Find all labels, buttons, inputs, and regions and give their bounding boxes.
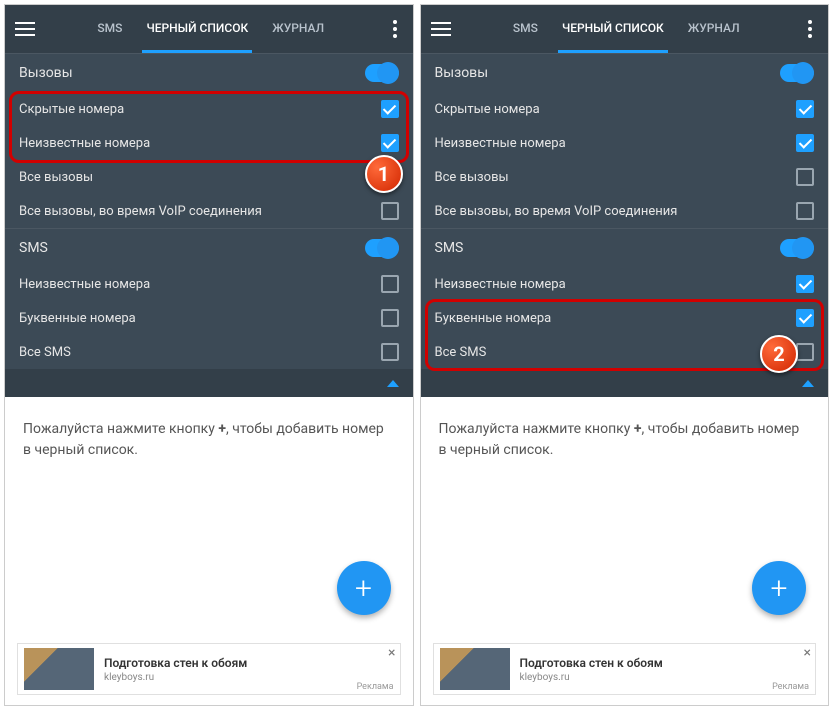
sms-label: SMS — [19, 240, 48, 256]
ad-banner[interactable]: Подготовка стен к обоям kleyboys.ru × Ре… — [433, 643, 817, 695]
calls-toggle[interactable] — [780, 64, 814, 82]
row-label: Скрытые номера — [19, 102, 124, 117]
checkbox-hidden[interactable] — [381, 100, 399, 118]
ad-label: Реклама — [772, 682, 809, 692]
phone-right: SMS ЧЕРНЫЙ СПИСОК ЖУРНАЛ Вызовы Скрытые … — [420, 4, 830, 706]
chevron-up-icon — [387, 380, 399, 387]
row-label: Все вызовы, во время VoIP соединения — [19, 204, 262, 219]
row-label: Буквенные номера — [435, 311, 552, 326]
sms-label: SMS — [435, 240, 464, 256]
row-label: Неизвестные номера — [19, 277, 150, 292]
sms-section-header: SMS — [5, 228, 413, 267]
calls-section-header: Вызовы — [5, 53, 413, 92]
ad-source: kleyboys.ru — [520, 672, 810, 683]
checkbox-unknown-sms[interactable] — [381, 275, 399, 293]
calls-toggle[interactable] — [365, 64, 399, 82]
checkbox-voip[interactable] — [381, 202, 399, 220]
checkbox-all-sms[interactable] — [796, 343, 814, 361]
row-label: Скрытые номера — [435, 102, 540, 117]
menu-icon[interactable] — [11, 15, 39, 43]
prompt-text: Пожалуйста нажмите кнопку +, чтобы добав… — [439, 419, 811, 461]
row-label: Все SMS — [19, 345, 71, 360]
ad-banner[interactable]: Подготовка стен к обоям kleyboys.ru × Ре… — [17, 643, 401, 695]
row-all-calls[interactable]: Все вызовы — [5, 160, 413, 194]
tab-bar: SMS ЧЕРНЫЙ СПИСОК ЖУРНАЛ — [461, 5, 793, 53]
calls-section-header: Вызовы — [421, 53, 829, 92]
add-fab[interactable]: + — [337, 561, 391, 615]
phone-left: SMS ЧЕРНЫЙ СПИСОК ЖУРНАЛ Вызовы Скрытые … — [4, 4, 414, 706]
checkbox-hidden[interactable] — [796, 100, 814, 118]
ad-title: Подготовка стен к обоям — [104, 656, 394, 670]
tab-bar: SMS ЧЕРНЫЙ СПИСОК ЖУРНАЛ — [45, 5, 377, 53]
row-voip[interactable]: Все вызовы, во время VoIP соединения — [421, 194, 829, 228]
row-unknown-calls[interactable]: Неизвестные номера — [421, 126, 829, 160]
row-unknown-sms[interactable]: Неизвестные номера — [421, 267, 829, 301]
row-all-calls[interactable]: Все вызовы — [421, 160, 829, 194]
menu-icon[interactable] — [427, 15, 455, 43]
calls-label: Вызовы — [435, 65, 489, 81]
empty-state: Пожалуйста нажмите кнопку +, чтобы добав… — [421, 397, 829, 705]
ad-close-icon[interactable]: × — [388, 646, 395, 660]
row-hidden-numbers[interactable]: Скрытые номера — [5, 92, 413, 126]
row-label: Неизвестные номера — [435, 277, 566, 292]
chevron-up-icon — [802, 380, 814, 387]
checkbox-alpha[interactable] — [381, 309, 399, 327]
empty-state: Пожалуйста нажмите кнопку +, чтобы добав… — [5, 397, 413, 705]
tab-log[interactable]: ЖУРНАЛ — [684, 5, 744, 53]
sms-section-header: SMS — [421, 228, 829, 267]
ad-title: Подготовка стен к обоям — [520, 656, 810, 670]
row-all-sms[interactable]: Все SMS — [5, 335, 413, 369]
checkbox-all-calls[interactable] — [381, 168, 399, 186]
ad-image — [440, 648, 510, 690]
ad-image — [24, 648, 94, 690]
ad-text: Подготовка стен к обоям kleyboys.ru — [104, 656, 394, 683]
tab-log[interactable]: ЖУРНАЛ — [268, 5, 328, 53]
calls-label: Вызовы — [19, 65, 73, 81]
row-label: Все SMS — [435, 345, 487, 360]
ad-label: Реклама — [357, 682, 394, 692]
row-unknown-sms[interactable]: Неизвестные номера — [5, 267, 413, 301]
checkbox-voip[interactable] — [796, 202, 814, 220]
tab-sms[interactable]: SMS — [509, 5, 542, 53]
row-label: Неизвестные номера — [435, 136, 566, 151]
add-fab[interactable]: + — [752, 561, 806, 615]
overflow-icon[interactable] — [383, 20, 407, 38]
row-label: Все вызовы — [19, 170, 93, 185]
checkbox-unknown-calls[interactable] — [381, 134, 399, 152]
ad-source: kleyboys.ru — [104, 672, 394, 683]
collapse-bar[interactable] — [5, 369, 413, 397]
row-label: Все вызовы, во время VoIP соединения — [435, 204, 678, 219]
row-voip[interactable]: Все вызовы, во время VoIP соединения — [5, 194, 413, 228]
row-label: Буквенные номера — [19, 311, 136, 326]
topbar: SMS ЧЕРНЫЙ СПИСОК ЖУРНАЛ — [5, 5, 413, 53]
topbar: SMS ЧЕРНЫЙ СПИСОК ЖУРНАЛ — [421, 5, 829, 53]
tab-sms[interactable]: SMS — [93, 5, 126, 53]
checkbox-all-calls[interactable] — [796, 168, 814, 186]
overflow-icon[interactable] — [798, 20, 822, 38]
ad-text: Подготовка стен к обоям kleyboys.ru — [520, 656, 810, 683]
tab-blacklist[interactable]: ЧЕРНЫЙ СПИСОК — [558, 5, 668, 53]
prompt-text: Пожалуйста нажмите кнопку +, чтобы добав… — [23, 419, 395, 461]
row-unknown-calls[interactable]: Неизвестные номера — [5, 126, 413, 160]
row-alpha[interactable]: Буквенные номера — [5, 301, 413, 335]
tab-blacklist[interactable]: ЧЕРНЫЙ СПИСОК — [142, 5, 252, 53]
collapse-bar[interactable] — [421, 369, 829, 397]
sms-toggle[interactable] — [780, 239, 814, 257]
sms-toggle[interactable] — [365, 239, 399, 257]
row-label: Все вызовы — [435, 170, 509, 185]
row-hidden-numbers[interactable]: Скрытые номера — [421, 92, 829, 126]
row-alpha[interactable]: Буквенные номера — [421, 301, 829, 335]
checkbox-all-sms[interactable] — [381, 343, 399, 361]
ad-close-icon[interactable]: × — [804, 646, 811, 660]
checkbox-unknown-calls[interactable] — [796, 134, 814, 152]
checkbox-alpha[interactable] — [796, 309, 814, 327]
row-all-sms[interactable]: Все SMS — [421, 335, 829, 369]
checkbox-unknown-sms[interactable] — [796, 275, 814, 293]
row-label: Неизвестные номера — [19, 136, 150, 151]
